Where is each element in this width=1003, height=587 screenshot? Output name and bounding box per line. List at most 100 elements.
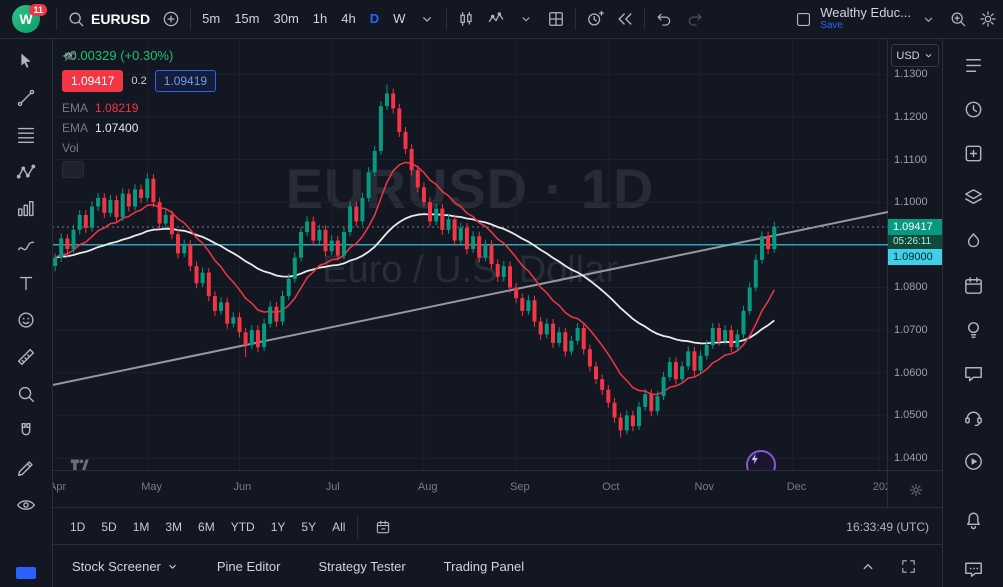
price-axis[interactable]: USD 1.09417 05:26:11 1.09000 1.04001.050… <box>887 38 943 470</box>
price-axis-label: 1.1000 <box>894 195 928 209</box>
collapse-legend-button[interactable] <box>62 161 84 178</box>
tool-xabcd-pattern[interactable] <box>8 155 44 188</box>
sell-price-button[interactable]: 1.09417 <box>62 70 123 92</box>
tab-pine-editor[interactable]: Pine Editor <box>217 559 281 574</box>
ema-fast-legend[interactable]: EMA 1.08219 <box>62 101 216 115</box>
edit-icon <box>15 457 37 479</box>
redo-button[interactable] <box>679 4 709 34</box>
tool-text[interactable] <box>8 266 44 299</box>
timeframe-W[interactable]: W <box>386 4 412 34</box>
tab-stock-screener[interactable]: Stock Screener <box>72 559 179 574</box>
range-3m[interactable]: 3M <box>157 514 190 540</box>
ideas-icon <box>962 318 985 341</box>
replay-icon <box>615 9 635 29</box>
panel-chat[interactable] <box>956 358 990 388</box>
panel-data-window[interactable] <box>956 138 990 168</box>
indicator-templates-button[interactable] <box>511 4 541 34</box>
chevron-down-icon <box>519 12 533 26</box>
chevron-up-icon <box>859 558 877 576</box>
panel-support[interactable] <box>956 402 990 432</box>
tool-magnet[interactable] <box>8 414 44 447</box>
timeframe-1h[interactable]: 1h <box>306 4 334 34</box>
panel-hotlists[interactable] <box>956 226 990 256</box>
save-layout-button[interactable]: Save <box>820 19 911 32</box>
tab-strategy-tester[interactable]: Strategy Tester <box>318 559 405 574</box>
go-to-date-button[interactable] <box>368 512 398 542</box>
tool-forecast[interactable] <box>8 192 44 225</box>
xabcd-pattern-icon <box>15 161 37 183</box>
tab-trading-panel[interactable]: Trading Panel <box>444 559 524 574</box>
price-axis-label: 1.0500 <box>894 408 928 422</box>
indicators-button[interactable] <box>481 4 511 34</box>
candles-icon <box>456 9 476 29</box>
timeframe-4h[interactable]: 4h <box>334 4 362 34</box>
panel-ideas[interactable] <box>956 314 990 344</box>
chart-wrap: EURUSD · 1D Euro / U.S. Dollar +0.00329 … <box>52 38 943 470</box>
range-1m[interactable]: 1M <box>125 514 158 540</box>
layout-name[interactable]: Wealthy Educ... <box>820 6 911 19</box>
range-5y[interactable]: 5Y <box>293 514 324 540</box>
undo-button[interactable] <box>649 4 679 34</box>
quick-search-button[interactable] <box>943 4 973 34</box>
range-5d[interactable]: 5D <box>93 514 124 540</box>
timeframe-dropdown-button[interactable] <box>412 4 442 34</box>
panel-alerts[interactable] <box>956 94 990 124</box>
timeframe-5m[interactable]: 5m <box>195 4 227 34</box>
panel-shows[interactable] <box>956 446 990 476</box>
notifications-icon <box>962 508 985 531</box>
symbol-name[interactable]: EURUSD <box>91 11 150 27</box>
panel-maximize-button[interactable] <box>893 552 923 582</box>
session-clock[interactable]: 16:33:49 (UTC) <box>846 520 933 534</box>
panel-messages[interactable] <box>956 554 990 584</box>
panel-calendar[interactable] <box>956 270 990 300</box>
chart-style-button[interactable] <box>451 4 481 34</box>
timeframe-D[interactable]: D <box>363 4 386 34</box>
tool-measure[interactable] <box>8 340 44 373</box>
time-axis[interactable]: AprMayJunJulAugSepOctNovDec2024 <box>52 470 943 508</box>
panel-watchlist[interactable] <box>956 50 990 80</box>
left-rail-badge[interactable] <box>16 567 36 579</box>
range-6m[interactable]: 6M <box>190 514 223 540</box>
volume-legend[interactable]: Vol <box>62 141 216 155</box>
panel-collapse-button[interactable] <box>853 552 883 582</box>
compare-add-button[interactable] <box>156 4 186 34</box>
panel-object-tree[interactable] <box>956 182 990 212</box>
tool-cursor[interactable] <box>8 44 44 77</box>
axis-currency-dropdown[interactable]: USD <box>891 44 939 67</box>
range-1d[interactable]: 1D <box>62 514 93 540</box>
chart-settings-button[interactable] <box>973 4 1003 34</box>
zoom-plus-icon <box>948 9 968 29</box>
chart-plot[interactable]: EURUSD · 1D Euro / U.S. Dollar +0.00329 … <box>52 38 888 470</box>
range-ytd[interactable]: YTD <box>223 514 263 540</box>
layout-dropdown-chevron[interactable] <box>913 4 943 34</box>
range-1y[interactable]: 1Y <box>263 514 294 540</box>
account-logo[interactable]: W 11 <box>0 5 52 33</box>
layout-select-button[interactable]: Wealthy Educ... Save <box>788 4 943 34</box>
tool-emoji[interactable] <box>8 303 44 336</box>
panel-notifications[interactable] <box>956 504 990 534</box>
create-alert-button[interactable] <box>580 4 610 34</box>
price-axis-label: 1.0800 <box>894 280 928 294</box>
toolbar-separator <box>56 8 57 30</box>
quote-row: 1.09417 0.2 1.09419 <box>62 70 216 92</box>
timeframe-30m[interactable]: 30m <box>266 4 305 34</box>
axis-settings-corner[interactable] <box>887 471 943 508</box>
measure-icon <box>15 346 37 368</box>
timeframe-15m[interactable]: 15m <box>227 4 266 34</box>
ema-slow-legend[interactable]: EMA 1.07400 <box>62 121 216 135</box>
tool-hide[interactable] <box>8 488 44 521</box>
bar-replay-button[interactable] <box>610 4 640 34</box>
panel-controls <box>853 552 923 582</box>
tool-edit[interactable] <box>8 451 44 484</box>
tradingview-logo-icon <box>64 454 96 470</box>
toolbar-separator <box>575 8 576 30</box>
tool-fib-retracement[interactable] <box>8 118 44 151</box>
grid-layout-icon <box>546 9 566 29</box>
tool-brush[interactable] <box>8 229 44 262</box>
buy-price-button[interactable]: 1.09419 <box>155 70 216 92</box>
tool-trend-line[interactable] <box>8 81 44 114</box>
layout-grid-button[interactable] <box>541 4 571 34</box>
range-all[interactable]: All <box>324 514 353 540</box>
symbol-search-button[interactable] <box>61 4 91 34</box>
tool-zoom[interactable] <box>8 377 44 410</box>
